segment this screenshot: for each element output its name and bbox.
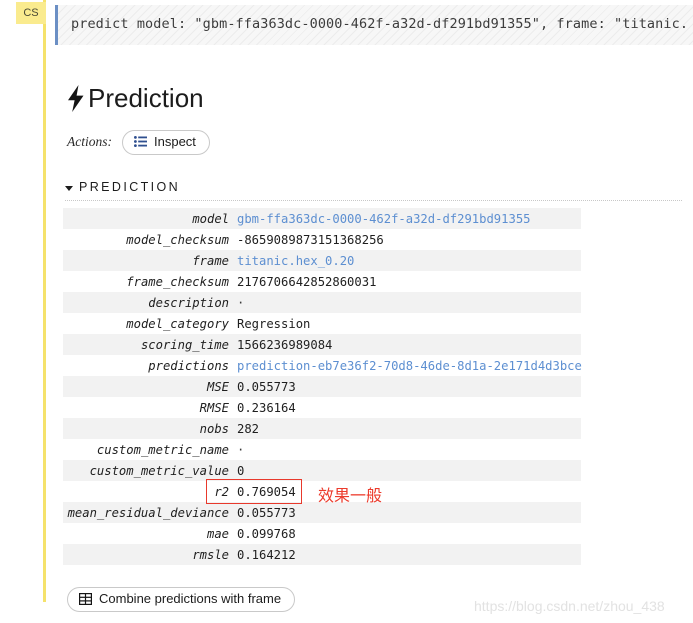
page-title-row: Prediction xyxy=(66,80,683,116)
red-annotation-text: 效果一般 xyxy=(318,486,383,505)
property-value: 2176706642852860031 xyxy=(237,274,377,289)
property-key: custom_metric_value xyxy=(89,463,229,478)
property-key: RMSE xyxy=(199,400,229,415)
inspect-button[interactable]: Inspect xyxy=(122,129,210,155)
table-row: MSE 0.055773 xyxy=(63,376,581,397)
property-key: model_category xyxy=(126,316,229,331)
table-row: frame_checksum 2176706642852860031 xyxy=(63,271,581,292)
property-key: description xyxy=(148,295,229,310)
property-value-link[interactable]: gbm-ffa363dc-0000-462f-a32d-df291bd91355 xyxy=(237,212,531,226)
table-row: model gbm-ffa363dc-0000-462f-a32d-df291bd… xyxy=(63,208,581,229)
property-key: rmsle xyxy=(192,547,229,562)
property-key: custom_metric_name xyxy=(96,442,229,457)
table-row: rmsle 0.164212 xyxy=(63,544,581,565)
property-key: MSE xyxy=(206,379,229,394)
property-key: model xyxy=(192,211,229,226)
table-row: RMSE 0.236164 xyxy=(63,397,581,418)
property-value: · xyxy=(237,442,245,457)
combine-predictions-button[interactable]: Combine predictions with frame xyxy=(67,587,296,612)
combine-predictions-label: Combine predictions with frame xyxy=(99,591,282,606)
table-row: mae 0.099768 xyxy=(63,523,581,544)
property-key: mean_residual_deviance xyxy=(67,505,229,520)
property-value: 0.164212 xyxy=(237,547,296,562)
table-grid-icon xyxy=(79,593,92,605)
code-block-text: predict model: "gbm-ffa363dc-0000-462f-a… xyxy=(71,16,689,32)
inspect-button-label: Inspect xyxy=(154,133,196,149)
table-row: custom_metric_name · xyxy=(63,439,581,460)
table-row: model_checksum -8659089873151368256 xyxy=(63,229,581,250)
actions-row: Actions: Inspect xyxy=(67,129,683,155)
property-value: 282 xyxy=(237,421,260,436)
property-value: 0.099768 xyxy=(237,526,296,541)
watermark: https://blog.csdn.net/zhou_438 xyxy=(474,598,665,614)
property-key: mae xyxy=(206,526,229,541)
property-value: 0.769054 xyxy=(237,484,296,499)
property-key: r2 xyxy=(214,484,229,499)
table-row: description · xyxy=(63,292,581,313)
property-key: predictions xyxy=(148,358,229,373)
caret-down-icon xyxy=(65,185,73,191)
table-row: frame titanic.hex_0.20 xyxy=(63,250,581,271)
property-key: frame xyxy=(192,253,229,268)
prediction-panel: Prediction Actions: Inspect PREDICTION m xyxy=(63,80,683,612)
property-value: Regression xyxy=(237,316,311,331)
property-key: nobs xyxy=(199,421,229,436)
property-value: 0.055773 xyxy=(237,505,296,520)
table-row: scoring_time 1566236989084 xyxy=(63,334,581,355)
table-row: model_category Regression xyxy=(63,313,581,334)
property-key: frame_checksum xyxy=(126,274,229,289)
code-block: predict model: "gbm-ffa363dc-0000-462f-a… xyxy=(55,5,693,45)
property-value: 0.236164 xyxy=(237,400,296,415)
lightning-bolt-icon xyxy=(66,84,86,112)
property-value: · xyxy=(237,295,245,310)
property-value-link[interactable]: prediction-eb7e36f2-70d8-46de-8d1a-2e171… xyxy=(237,359,582,373)
property-value-link[interactable]: titanic.hex_0.20 xyxy=(237,254,354,268)
property-key: model_checksum xyxy=(126,232,229,247)
table-row: custom_metric_value 0 xyxy=(63,460,581,481)
page-title: Prediction xyxy=(88,83,204,113)
list-icon xyxy=(134,136,147,147)
actions-label: Actions: xyxy=(67,134,112,149)
property-key: scoring_time xyxy=(140,337,229,352)
property-value: 0 xyxy=(237,463,245,478)
prediction-section-title: PREDICTION xyxy=(79,180,181,194)
table-row: predictions prediction-eb7e36f2-70d8-46de… xyxy=(63,355,582,376)
left-yellow-rail xyxy=(43,0,46,602)
section-divider xyxy=(65,199,682,201)
property-value: 0.055773 xyxy=(237,379,296,394)
prediction-section-toggle[interactable]: PREDICTION xyxy=(65,180,683,194)
property-value: -8659089873151368256 xyxy=(237,232,384,247)
cs-flag-label: CS xyxy=(16,2,46,24)
property-value: 1566236989084 xyxy=(237,337,333,352)
prediction-properties-table: model gbm-ffa363dc-0000-462f-a32d-df291bd… xyxy=(63,208,582,565)
table-row: nobs 282 xyxy=(63,418,581,439)
